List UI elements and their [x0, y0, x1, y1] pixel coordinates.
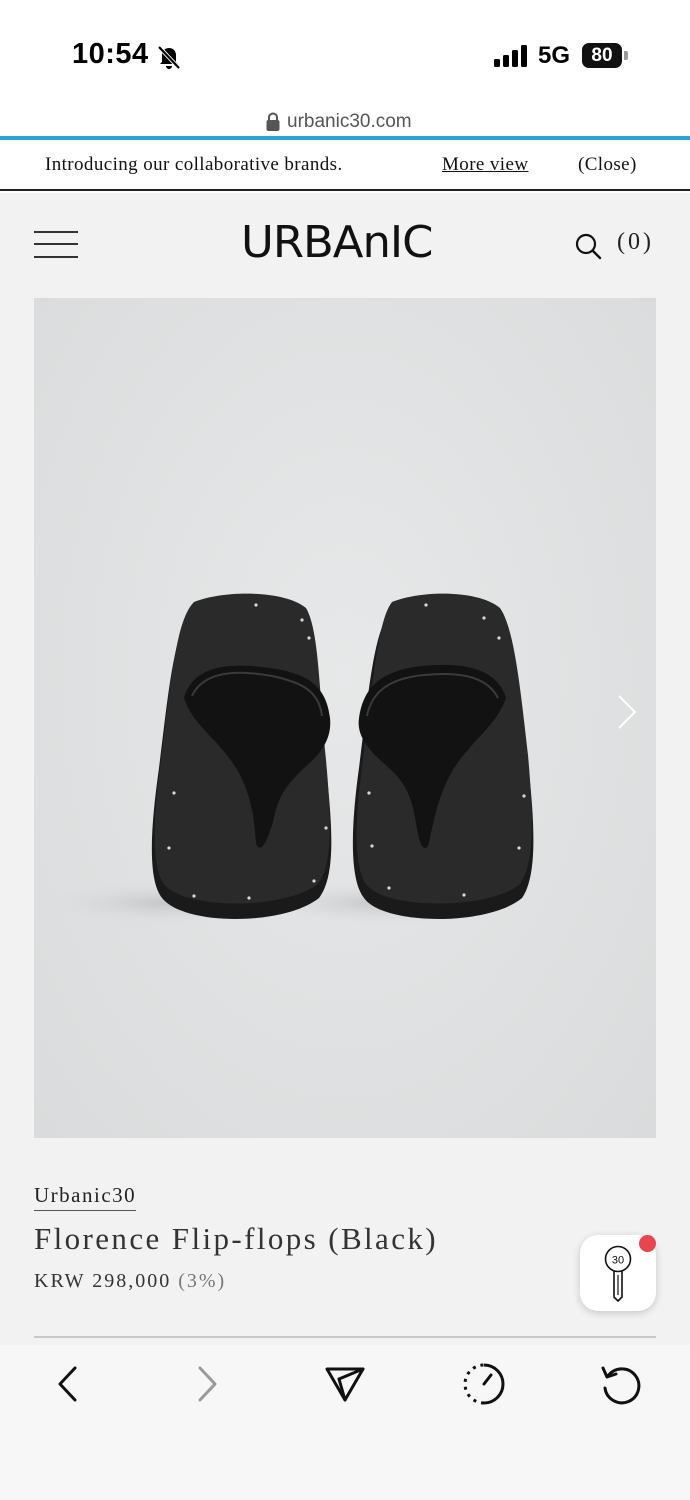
- browser-toolbar: [0, 1345, 690, 1500]
- cart-count[interactable]: (0): [617, 229, 654, 256]
- product-price: KRW 298,000 (3%): [34, 1270, 226, 1293]
- announcement-bar: Introducing our collaborative brands. Mo…: [0, 140, 690, 191]
- product-title: Florence Flip-flops (Black): [34, 1221, 438, 1256]
- status-time: 10:54: [72, 38, 149, 70]
- back-arrow-icon[interactable]: [44, 1360, 92, 1408]
- battery-icon: 80: [582, 43, 628, 68]
- forward-arrow-icon[interactable]: [183, 1360, 231, 1408]
- search-icon[interactable]: [575, 233, 602, 260]
- flip-flops-illustration: [44, 593, 534, 925]
- lock-icon: [266, 112, 280, 131]
- discount-rate: (3%): [178, 1270, 227, 1292]
- product-image[interactable]: [34, 298, 656, 1138]
- announcement-text: Introducing our collaborative brands.: [45, 154, 343, 175]
- brand-link[interactable]: Urbanic30: [34, 1183, 137, 1211]
- section-divider: [34, 1336, 656, 1338]
- hamburger-menu-icon[interactable]: [34, 231, 78, 258]
- close-announcement-button[interactable]: (Close): [578, 154, 637, 176]
- signal-bars-icon: [494, 45, 527, 67]
- bell-slash-icon: [157, 45, 181, 70]
- history-icon[interactable]: [460, 1360, 508, 1408]
- site-logo[interactable]: URBAnIC: [241, 217, 433, 268]
- status-bar: 10:54 5G 80: [0, 0, 690, 105]
- key-badge-text: 30: [612, 1255, 624, 1267]
- notification-dot: [639, 1235, 656, 1252]
- more-view-link[interactable]: More view: [442, 154, 528, 176]
- product-page: URBAnIC (0) Urbanic30 Florence Flip-flop…: [0, 193, 690, 1345]
- battery-tip: [624, 51, 628, 60]
- network-label: 5G: [538, 42, 571, 69]
- battery-level: 80: [582, 43, 622, 68]
- next-image-arrow-icon[interactable]: [616, 693, 638, 731]
- share-icon[interactable]: [321, 1360, 369, 1408]
- reload-icon[interactable]: [597, 1360, 645, 1408]
- price-value: KRW 298,000: [34, 1270, 172, 1292]
- url-text[interactable]: urbanic30.com: [287, 111, 412, 133]
